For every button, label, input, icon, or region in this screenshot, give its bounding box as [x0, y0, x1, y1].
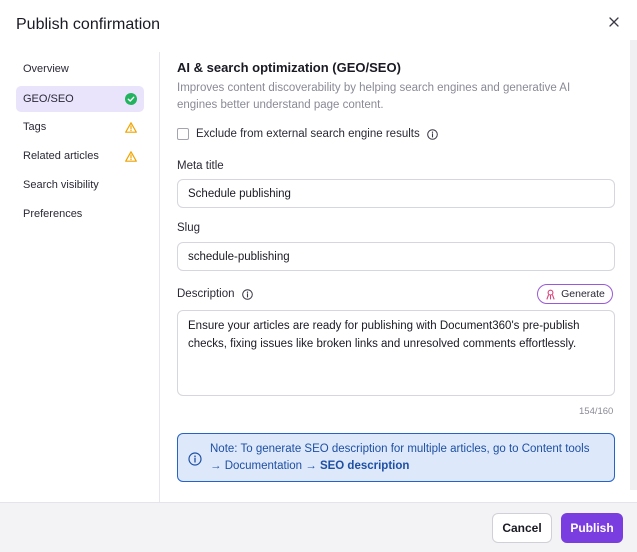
sidebar-item-label: Overview — [23, 63, 69, 75]
sidebar-item-label: Preferences — [23, 208, 83, 220]
sidebar-item-label: Tags — [23, 121, 47, 133]
exclude-search-checkbox[interactable] — [177, 128, 189, 140]
generate-button[interactable]: Generate — [537, 284, 613, 304]
character-counter: 154/160 — [579, 406, 614, 417]
dialog-title: Publish confirmation — [16, 16, 161, 33]
description-textarea[interactable]: Ensure your articles are ready for publi… — [177, 310, 615, 396]
generate-label: Generate — [561, 288, 605, 300]
slug-label: Slug — [177, 222, 201, 234]
meta-title-input[interactable]: Schedule publishing — [177, 179, 615, 208]
sidebar-item-label: GEO/SEO — [23, 93, 74, 105]
slug-input[interactable]: schedule-publishing — [177, 242, 615, 271]
info-icon[interactable] — [426, 128, 438, 140]
scrollbar[interactable] — [630, 40, 637, 490]
sidebar-item-related-articles[interactable]: Related articles — [16, 143, 144, 169]
info-icon — [188, 452, 202, 466]
description-label-row: Description — [177, 288, 253, 300]
sidebar-item-geo-seo[interactable]: GEO/SEO — [16, 86, 144, 112]
sidebar-item-label: Search visibility — [23, 179, 99, 191]
cancel-button[interactable]: Cancel — [492, 513, 552, 543]
sidebar-item-tags[interactable]: Tags — [16, 114, 144, 140]
sidebar-item-search-visibility[interactable]: Search visibility — [16, 172, 144, 198]
dialog-header: Publish confirmation — [0, 0, 637, 52]
sidebar-item-preferences[interactable]: Preferences — [16, 201, 144, 227]
publish-dialog: Publish confirmation Overview GEO/SEO Ta… — [0, 0, 637, 552]
info-icon[interactable] — [241, 288, 253, 300]
geo-seo-panel: AI & search optimization (GEO/SEO) Impro… — [177, 52, 617, 502]
warning-icon — [124, 150, 137, 163]
sidebar-item-overview[interactable]: Overview — [16, 56, 144, 82]
publish-button[interactable]: Publish — [561, 513, 623, 543]
section-title: AI & search optimization (GEO/SEO) — [177, 60, 401, 75]
note-banner: Note: To generate SEO description for mu… — [177, 433, 615, 482]
meta-title-label: Meta title — [177, 160, 224, 172]
warning-icon — [124, 121, 137, 134]
exclude-search-row: Exclude from external search engine resu… — [177, 128, 438, 140]
check-circle-icon — [124, 93, 137, 106]
exclude-search-label: Exclude from external search engine resu… — [196, 128, 420, 140]
ai-sparkle-icon — [545, 289, 556, 300]
section-description: Improves content discoverability by help… — [177, 82, 571, 111]
dialog-footer: Cancel Publish — [0, 502, 637, 552]
close-icon[interactable] — [606, 14, 622, 30]
sidebar-item-label: Related articles — [23, 150, 99, 162]
sidebar-nav: Overview GEO/SEO Tags Related articles S… — [0, 52, 160, 502]
description-label: Description — [177, 288, 235, 300]
seo-description-link[interactable]: SEO description — [320, 460, 409, 472]
